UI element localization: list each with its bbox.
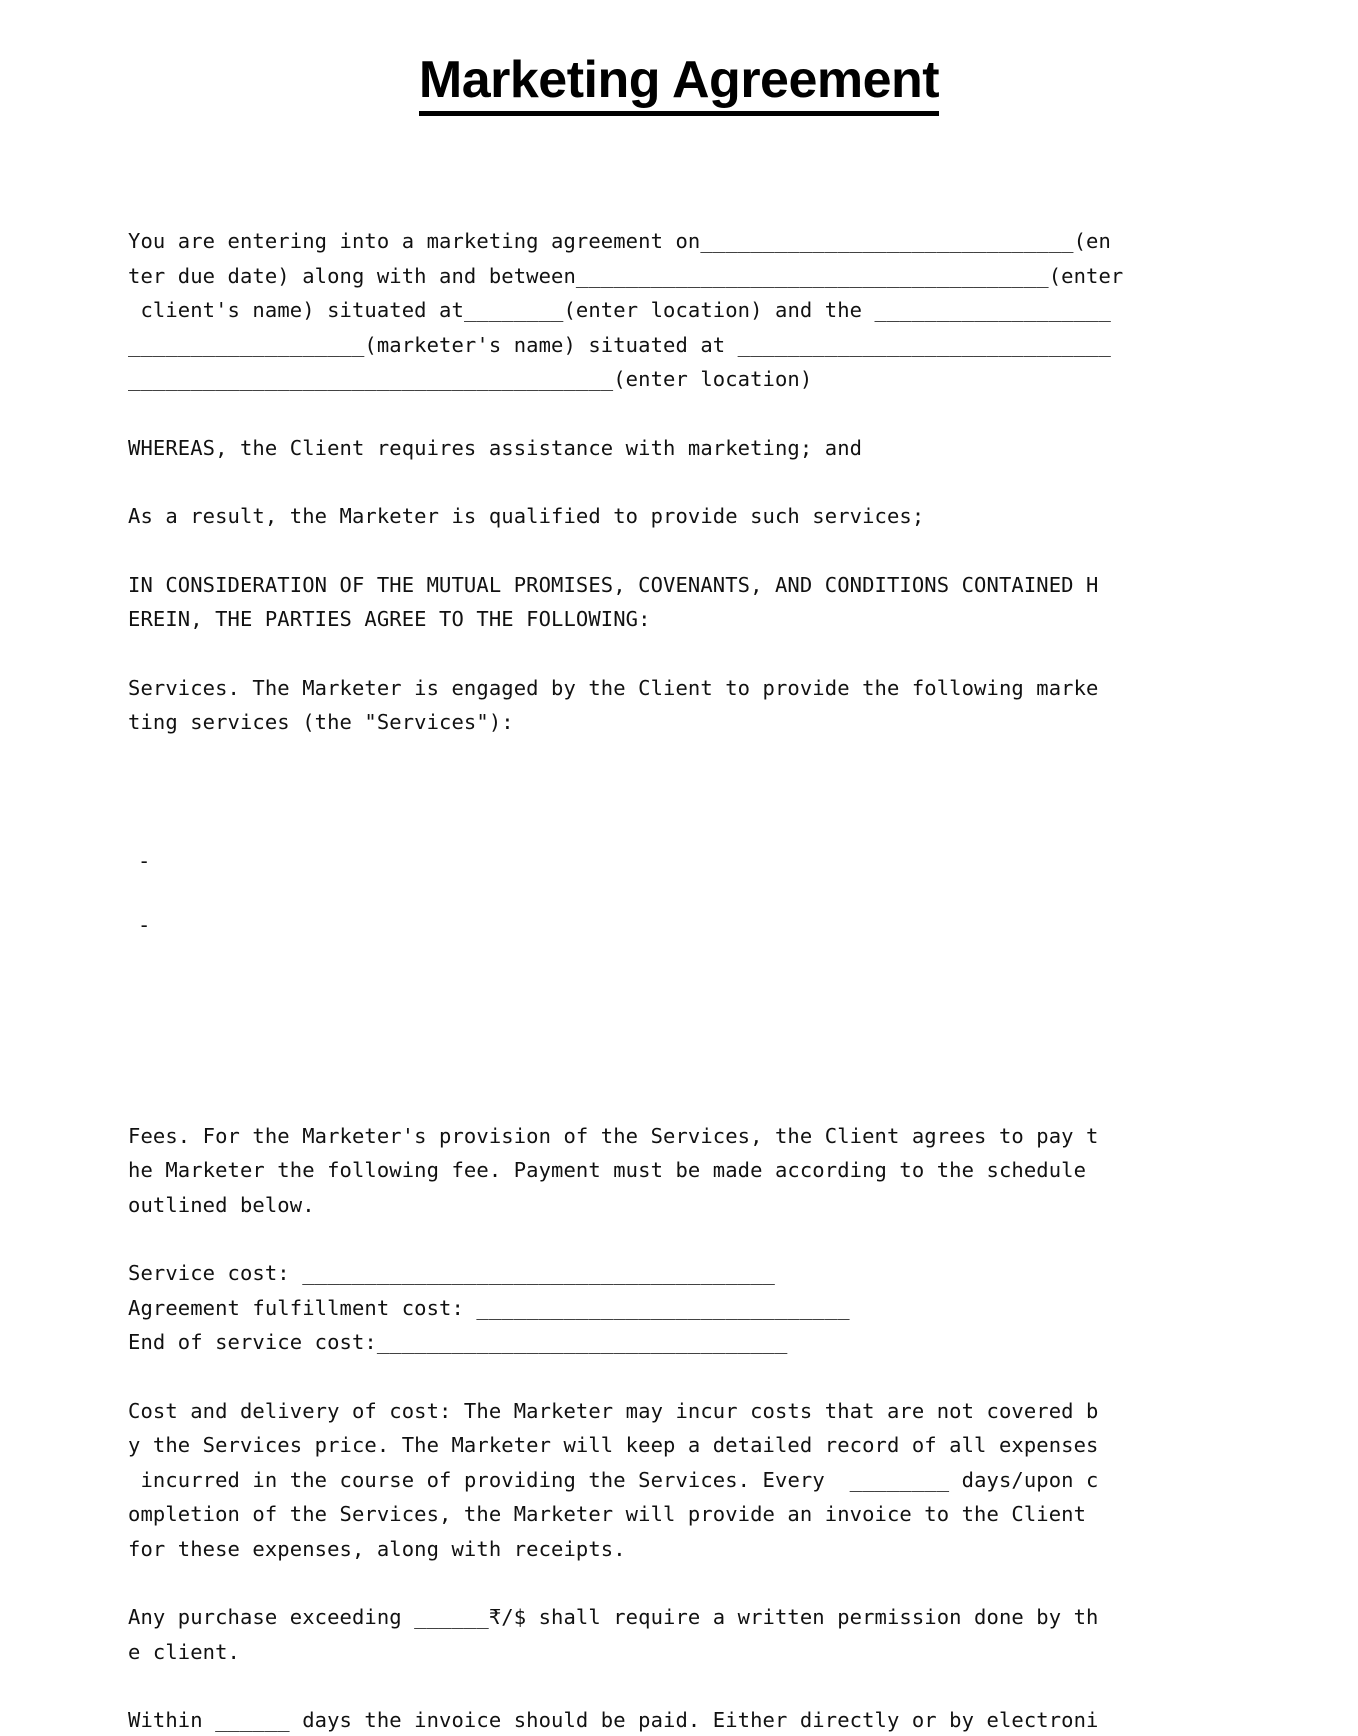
page-title: Marketing Agreement [0,0,1358,117]
paragraph-whereas: WHEREAS, the Client requires assistance … [128,435,863,460]
paragraph-any-purchase: Any purchase exceeding ______₹/$ shall r… [128,1605,1099,1664]
list-item[interactable]: - [128,844,1228,879]
paragraph-fees: Fees. For the Marketer's provision of th… [128,1123,1099,1217]
cost-fields-block[interactable]: Service cost: __________________________… [128,1256,1228,1360]
page-title-text: Marketing Agreement [418,51,940,117]
paragraph-services: Services. The Marketer is engaged by the… [128,675,1099,735]
paragraph-cost-and-delivery: Cost and delivery of cost: The Marketer … [128,1398,1099,1561]
paragraph-intro: You are entering into a marketing agreem… [128,229,1124,391]
paragraph-within-days: Within ______ days the invoice should be… [128,1708,1099,1732]
document-body: You are entering into a marketing agreem… [128,224,1228,1736]
paragraph-consideration: IN CONSIDERATION OF THE MUTUAL PROMISES,… [128,572,1099,632]
paragraph-as-a-result: As a result, the Marketer is qualified t… [128,504,925,528]
list-item[interactable]: - [128,908,1228,943]
document-page: Marketing Agreement You are entering int… [0,0,1358,1736]
